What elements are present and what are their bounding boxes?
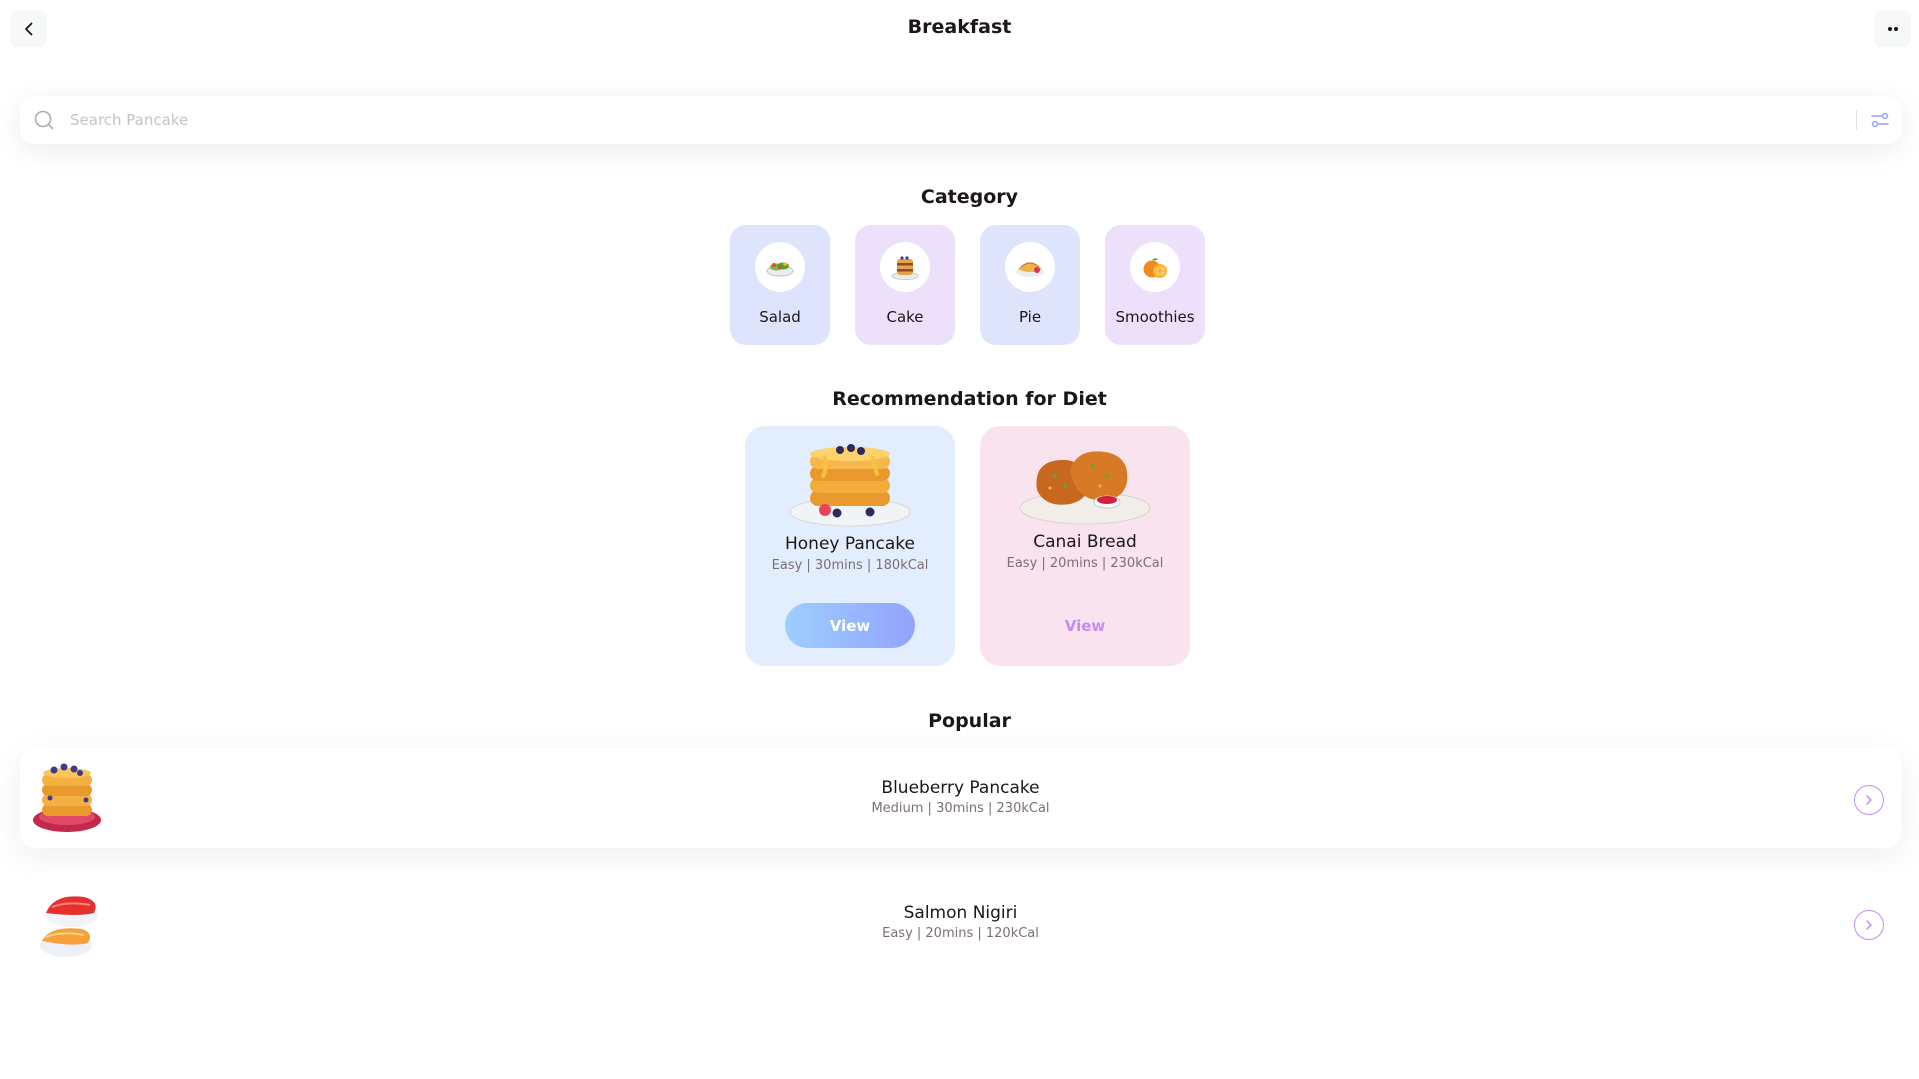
cake-icon bbox=[891, 256, 919, 280]
search-divider bbox=[1856, 110, 1857, 130]
category-label: Pie bbox=[1018, 308, 1042, 326]
more-dots-icon bbox=[1887, 26, 1898, 31]
chevron-right-icon bbox=[1866, 795, 1872, 805]
search-bar bbox=[20, 96, 1901, 144]
filter-icon[interactable] bbox=[1869, 109, 1891, 131]
category-salad[interactable]: Salad bbox=[730, 225, 830, 345]
app-header: Breakfast bbox=[0, 0, 1919, 58]
search-icon bbox=[34, 110, 54, 130]
category-label: Salad bbox=[759, 308, 801, 326]
recommendation-card-canai-bread: Canai Bread Easy | 20mins | 230kCal View bbox=[980, 426, 1190, 666]
recommendation-card-honey-pancake: Honey Pancake Easy | 30mins | 180kCal Vi… bbox=[745, 426, 955, 666]
open-recipe-button[interactable] bbox=[1854, 910, 1884, 940]
category-icon-circle bbox=[1005, 242, 1055, 292]
category-list: Salad Cake Pie Smoothies bbox=[730, 225, 1206, 345]
popular-item-blueberry-pancake[interactable]: Blueberry Pancake Medium | 30mins | 230k… bbox=[20, 748, 1901, 848]
category-title: Category bbox=[920, 186, 1019, 208]
recipe-meta: Medium | 30mins | 230kCal bbox=[871, 801, 1050, 816]
recipe-name: Blueberry Pancake bbox=[881, 778, 1040, 798]
recipe-name: Honey Pancake bbox=[784, 534, 916, 554]
chevron-right-icon bbox=[1866, 920, 1872, 930]
recommendation-title: Recommendation for Diet bbox=[832, 388, 1107, 410]
pie-icon bbox=[1016, 262, 1044, 277]
category-smoothies[interactable]: Smoothies bbox=[1105, 225, 1205, 345]
popular-item-salmon-nigiri[interactable]: Salmon Nigiri Easy | 20mins | 120kCal bbox=[20, 873, 1901, 973]
recipe-name: Salmon Nigiri bbox=[903, 903, 1018, 923]
orange-icon bbox=[1143, 258, 1167, 278]
category-label: Cake bbox=[886, 308, 924, 326]
view-button[interactable]: View bbox=[1020, 603, 1150, 648]
canai-bread-image bbox=[1019, 451, 1151, 525]
search-input[interactable] bbox=[70, 106, 1830, 134]
recipe-meta: Easy | 30mins | 180kCal bbox=[771, 558, 929, 573]
popular-item-text: Salmon Nigiri Easy | 20mins | 120kCal bbox=[20, 903, 1901, 941]
recipe-meta: Easy | 20mins | 120kCal bbox=[882, 926, 1039, 941]
page-title: Breakfast bbox=[907, 16, 1012, 38]
view-button[interactable]: View bbox=[785, 603, 915, 648]
more-options-button[interactable] bbox=[1874, 10, 1911, 47]
category-cake[interactable]: Cake bbox=[855, 225, 955, 345]
recipe-name: Canai Bread bbox=[1033, 532, 1137, 552]
honey-pancake-image bbox=[789, 444, 911, 527]
popular-title: Popular bbox=[928, 710, 1011, 732]
salad-icon bbox=[766, 262, 794, 277]
category-icon-circle bbox=[880, 242, 930, 292]
category-icon-circle bbox=[755, 242, 805, 292]
popular-item-text: Blueberry Pancake Medium | 30mins | 230k… bbox=[20, 778, 1901, 816]
recipe-meta: Easy | 20mins | 230kCal bbox=[1006, 556, 1164, 571]
category-pie[interactable]: Pie bbox=[980, 225, 1080, 345]
category-label: Smoothies bbox=[1115, 308, 1195, 326]
open-recipe-button[interactable] bbox=[1854, 785, 1884, 815]
category-icon-circle bbox=[1130, 242, 1180, 292]
